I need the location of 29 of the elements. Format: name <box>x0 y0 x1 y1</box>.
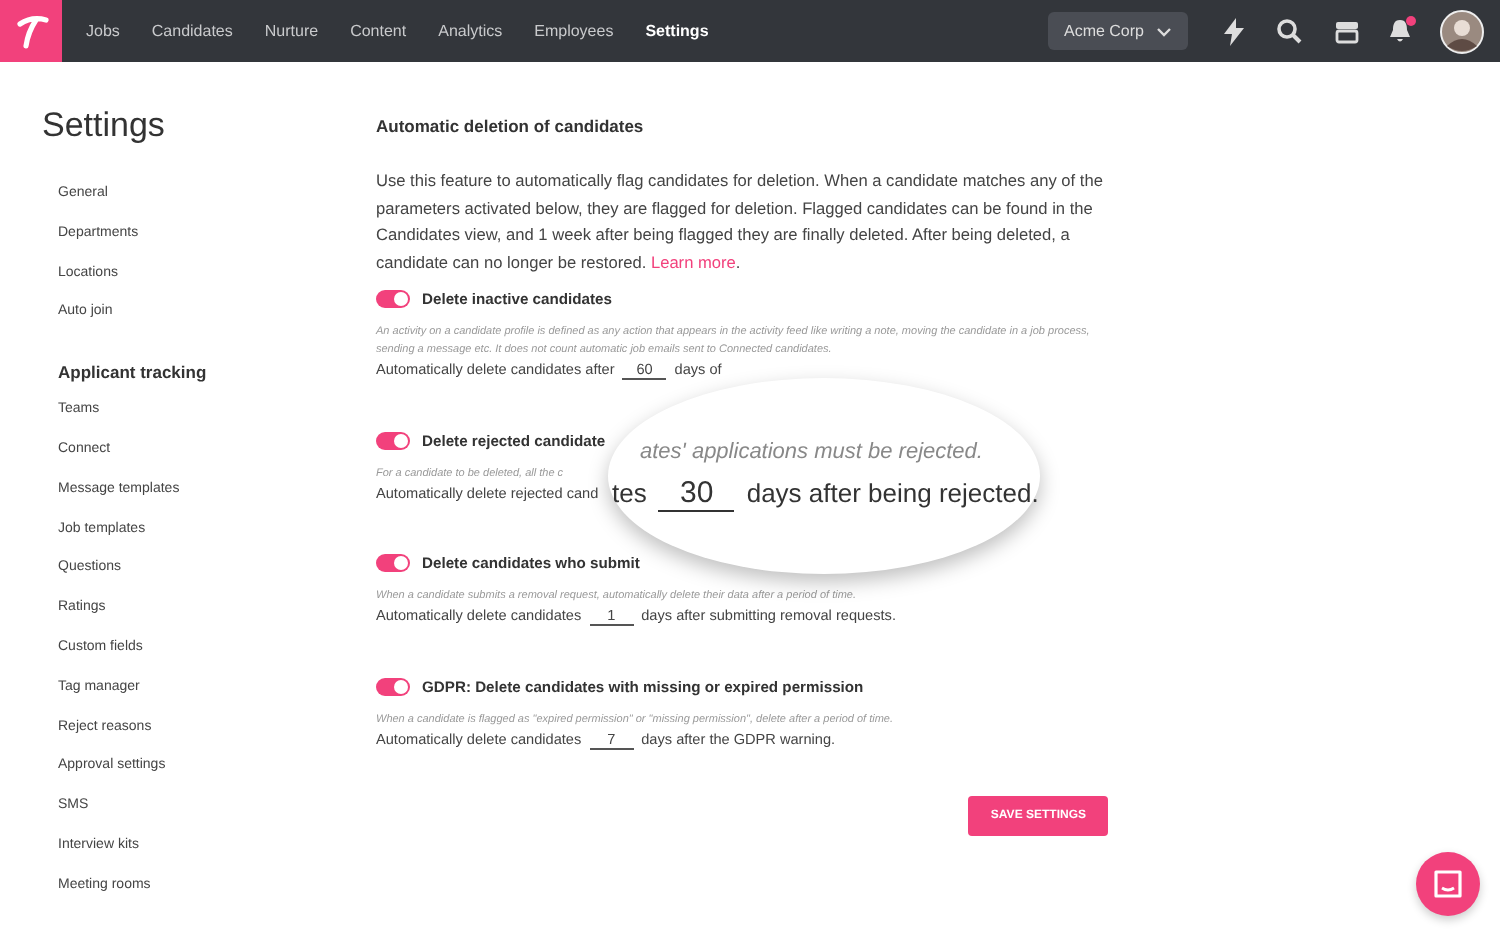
toggle-switch[interactable] <box>376 289 410 307</box>
nav-tab[interactable]: Employees <box>518 22 630 40</box>
nav-tab[interactable]: Candidates <box>135 22 249 40</box>
magnified-text: days after being rejected. <box>746 478 1039 508</box>
bell-icon[interactable] <box>1388 18 1412 44</box>
chat-button[interactable] <box>1416 852 1480 916</box>
toggle-switch[interactable] <box>376 553 410 571</box>
chevron-down-icon <box>1156 25 1172 37</box>
section-title: Automatic deletion of candidates <box>376 116 646 136</box>
nav-tab[interactable]: Analytics <box>422 22 519 40</box>
magnified-text: tes <box>612 478 647 508</box>
section-heading: Applicant tracking <box>58 362 207 383</box>
nav-tab[interactable]: Nurture <box>248 22 335 40</box>
page-title: Settings <box>42 106 167 146</box>
company-dropdown[interactable]: Acme Corp <box>1047 12 1188 50</box>
logo-icon[interactable] <box>0 0 62 62</box>
learn-more-link[interactable]: Learn more <box>650 251 736 271</box>
chat-icon <box>1432 868 1464 900</box>
magnified-text: ates' applications must be rejected. <box>638 440 985 464</box>
intro-paragraph: Use this feature to automatically flag candidates for deletion. When a candidate matches any of the parameters activated below, they are flagged for deletion. Flagged candidates can be found in the Candidates view, and 1 week after being flagged they are finally deleted. After being deleted, a candidate can no longer be restored. Learn more. <box>376 168 1105 276</box>
nav-tab[interactable]: Settings <box>629 22 725 40</box>
toggle-switch[interactable] <box>376 677 410 695</box>
lightning-icon[interactable] <box>1224 17 1244 45</box>
toggle-switch[interactable] <box>376 431 410 449</box>
nav-tab[interactable]: Jobs <box>70 22 136 40</box>
store-icon[interactable] <box>1334 19 1360 43</box>
avatar-icon[interactable] <box>1440 9 1484 53</box>
nav-tab[interactable]: Content <box>334 22 423 40</box>
search-icon[interactable] <box>1276 18 1302 44</box>
